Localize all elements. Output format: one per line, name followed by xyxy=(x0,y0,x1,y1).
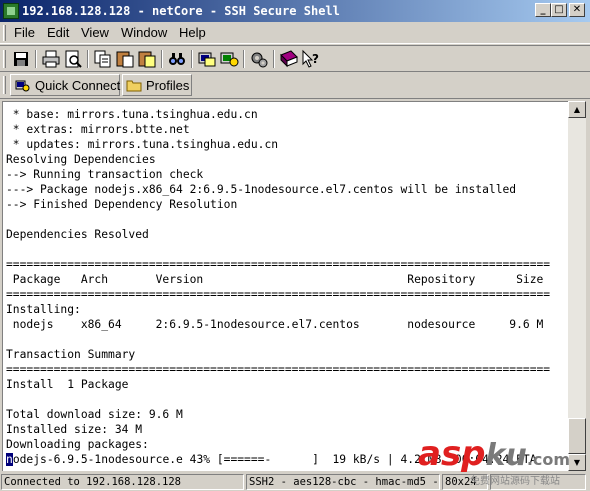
menu-bar: File Edit View Window Help xyxy=(0,22,590,44)
quickbar-grip[interactable] xyxy=(3,76,6,94)
menu-grip[interactable] xyxy=(3,25,6,41)
quick-connect-bar: Quick Connect Profiles xyxy=(0,72,590,99)
terminal-line: ========================================… xyxy=(6,363,551,376)
svg-text:?: ? xyxy=(312,52,319,66)
terminal-line: Resolving Dependencies xyxy=(6,153,156,166)
quick-connect-label: Quick Connect xyxy=(35,78,121,93)
close-button[interactable]: ✕ xyxy=(569,3,585,17)
profiles-button[interactable]: Profiles xyxy=(122,74,192,96)
terminal-line: * updates: mirrors.tuna.tsinghua.edu.cn xyxy=(6,138,279,151)
vertical-scrollbar[interactable]: ▲ ▼ xyxy=(568,101,586,471)
title-bar: 192.168.128.128 - netCore - SSH Secure S… xyxy=(0,0,590,22)
profiles-label: Profiles xyxy=(146,78,190,93)
print-icon[interactable] xyxy=(41,49,61,69)
terminal-line: ========================================… xyxy=(6,258,551,271)
print-preview-icon[interactable] xyxy=(63,49,83,69)
toolbar-separator xyxy=(191,50,193,68)
terminal-size-status: 80x24 xyxy=(442,474,488,490)
menu-edit[interactable]: Edit xyxy=(47,25,69,40)
quick-connect-button[interactable]: Quick Connect xyxy=(10,74,120,96)
terminal-cursor: n xyxy=(6,453,13,466)
minimize-button[interactable]: _ xyxy=(535,3,551,17)
maximize-button[interactable]: □ xyxy=(551,3,567,17)
scroll-thumb[interactable] xyxy=(568,418,586,454)
copy-icon[interactable] xyxy=(93,49,113,69)
terminal-line: Package Arch Version Repository Size xyxy=(6,273,544,286)
download-progress-text: odejs-6.9.5-1nodesource.e 43% [======- ]… xyxy=(12,453,537,466)
toolbar-grip[interactable] xyxy=(3,50,6,68)
scroll-down-button[interactable]: ▼ xyxy=(568,454,586,471)
terminal-line: * base: mirrors.tuna.tsinghua.edu.cn xyxy=(6,108,258,121)
status-bar: Connected to 192.168.128.128 SSH2 - aes1… xyxy=(0,473,590,491)
window-title: 192.168.128.128 - netCore - SSH Secure S… xyxy=(22,4,340,18)
quick-connect-icon xyxy=(15,80,30,92)
menu-file[interactable]: File xyxy=(14,25,35,40)
paste-icon[interactable] xyxy=(115,49,135,69)
toolbar-separator xyxy=(35,50,37,68)
folder-icon xyxy=(126,80,142,92)
ssh-app-icon xyxy=(3,3,19,19)
terminal-line: nodejs x86_64 2:6.9.5-1nodesource.el7.ce… xyxy=(6,318,544,331)
toolbar-separator xyxy=(273,50,275,68)
status-extra-cell xyxy=(490,474,586,490)
context-help-icon[interactable]: ? xyxy=(301,49,321,69)
save-icon[interactable] xyxy=(11,49,31,69)
cipher-status: SSH2 - aes128-cbc - hmac-md5 - n xyxy=(246,474,440,490)
terminal-line: Transaction Summary xyxy=(6,348,136,361)
menu-view[interactable]: View xyxy=(81,25,109,40)
toolbar-separator xyxy=(243,50,245,68)
menu-help[interactable]: Help xyxy=(179,25,206,40)
terminal-line: Installed size: 34 M xyxy=(6,423,143,436)
toolbar-separator xyxy=(161,50,163,68)
terminal-line: --> Running transaction check xyxy=(6,168,204,181)
terminal-line: Total download size: 9.6 M xyxy=(6,408,183,421)
menu-window[interactable]: Window xyxy=(121,25,167,40)
paste-alt-icon[interactable] xyxy=(137,49,157,69)
terminal-line: ---> Package nodejs.x86_64 2:6.9.5-1node… xyxy=(6,183,517,196)
terminal-line: Dependencies Resolved xyxy=(6,228,149,241)
new-terminal-icon[interactable] xyxy=(219,49,239,69)
terminal-line: Downloading packages: xyxy=(6,438,149,451)
help-book-icon[interactable] xyxy=(279,49,299,69)
terminal-line: * extras: mirrors.btte.net xyxy=(6,123,190,136)
file-transfer-icon[interactable] xyxy=(197,49,217,69)
settings-icon[interactable] xyxy=(249,49,269,69)
terminal-line: --> Finished Dependency Resolution xyxy=(6,198,238,211)
scroll-up-button[interactable]: ▲ xyxy=(568,101,586,118)
terminal-line: Installing: xyxy=(6,303,81,316)
find-icon[interactable] xyxy=(167,49,187,69)
toolbar-separator xyxy=(87,50,89,68)
terminal-progress-line: nodejs-6.9.5-1nodesource.e 43% [======- … xyxy=(6,452,537,467)
terminal-line: Install 1 Package xyxy=(6,378,129,391)
toolbar: ? xyxy=(0,45,590,72)
terminal-output[interactable]: * base: mirrors.tuna.tsinghua.edu.cn * e… xyxy=(2,101,568,471)
terminal-line: ========================================… xyxy=(6,288,551,301)
connection-status: Connected to 192.168.128.128 xyxy=(1,474,244,490)
